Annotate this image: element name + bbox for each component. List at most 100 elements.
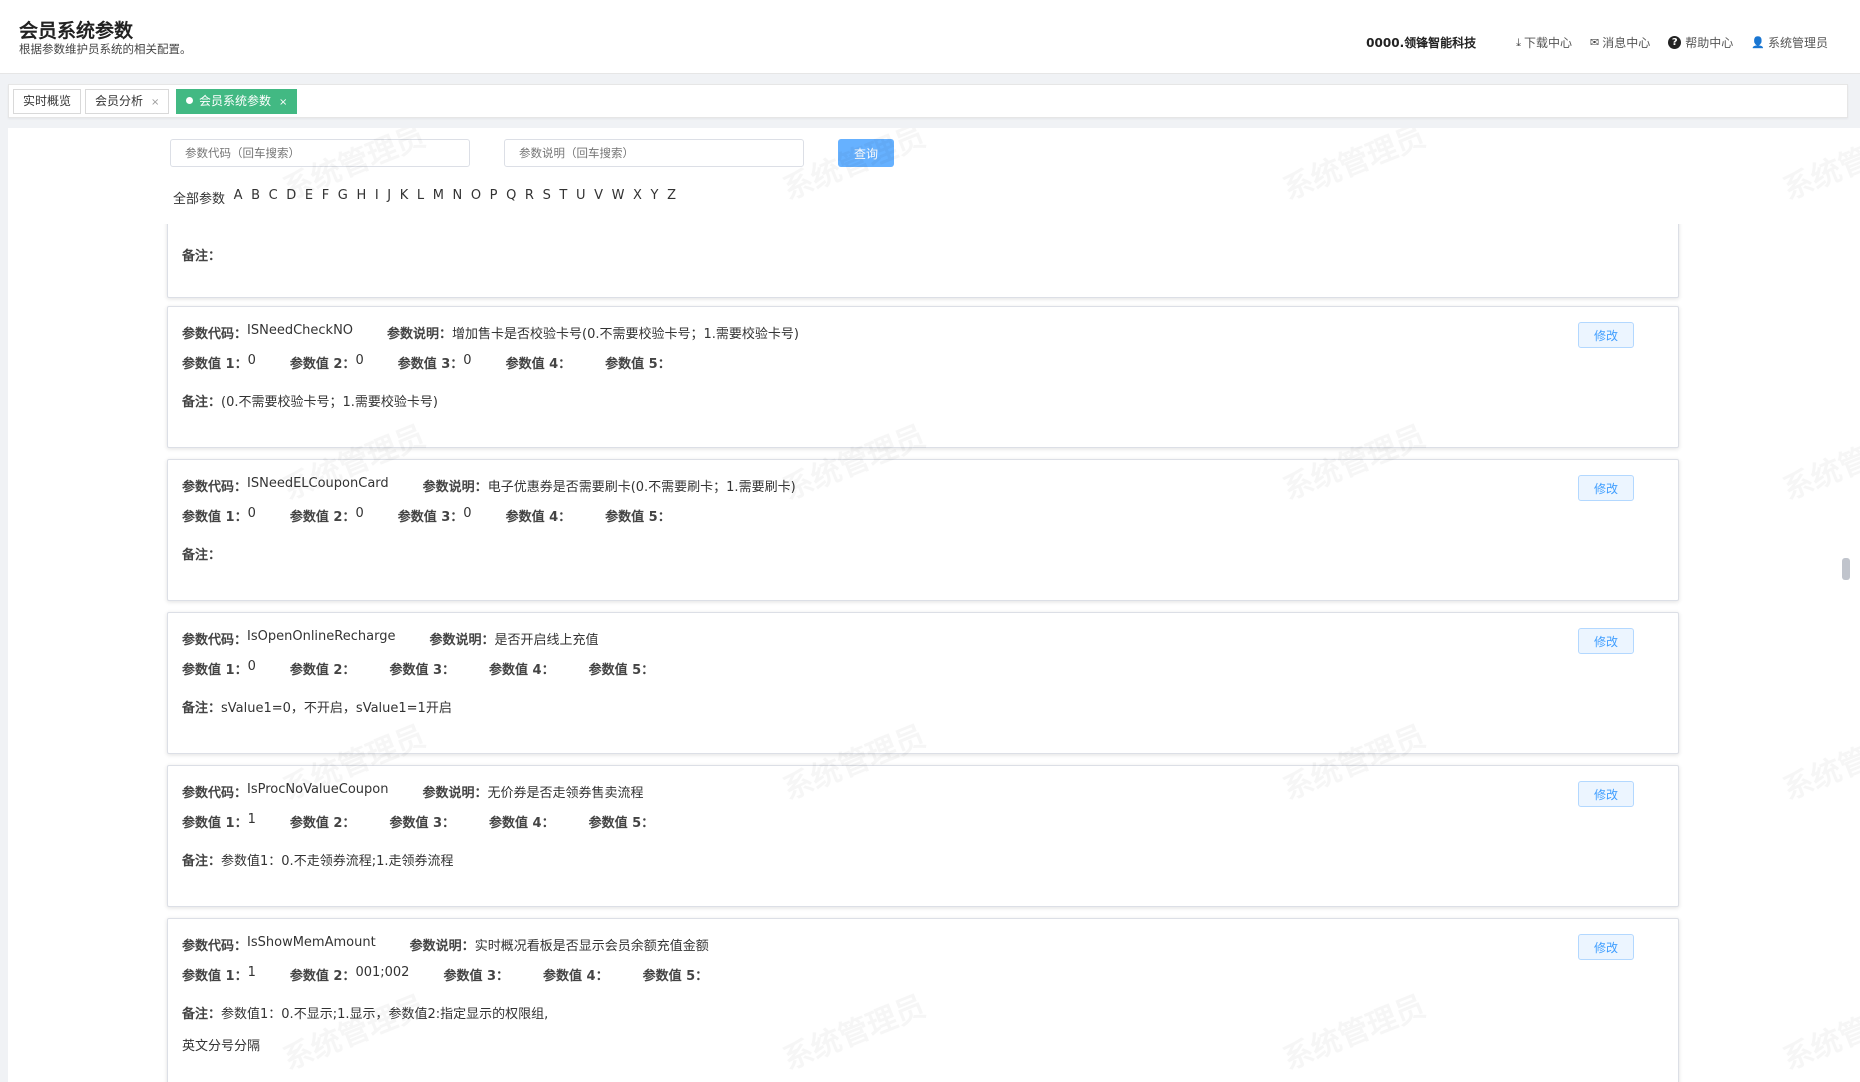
message-center-link[interactable]: ✉ 消息中心 [1590,34,1650,51]
tab-label: 会员分析 [95,94,144,108]
query-button[interactable]: 查询 [838,139,894,167]
v1-label: 参数值 1： [182,663,248,678]
filter-letter[interactable]: A [234,188,243,207]
param-code: IsOpenOnlineRecharge [247,629,396,644]
param-value-2: 0 [355,506,364,521]
filter-letter[interactable]: X [633,188,642,207]
remark-label: 备注： [182,1007,222,1022]
filter-letter[interactable]: J [387,188,391,207]
remark-row: 备注： 参数值1：0.不显示;1.显示，参数值2:指定显示的权限组, [182,1003,548,1022]
param-card: 参数代码： ISNeedCheckNO 参数说明： 增加售卡是否校验卡号(0.不… [167,306,1679,448]
filter-letter[interactable]: T [559,188,567,207]
remark-row: 备注： 参数值1：0.不走领券流程;1.走领券流程 [182,850,453,869]
remark-value: sValue1=0，不开启，sValue1=1开启 [221,701,452,716]
filter-letter[interactable]: N [453,188,463,207]
code-desc-row: 参数代码： IsProcNoValueCoupon 参数说明： 无价券是否走领券… [182,782,644,801]
filter-letter[interactable]: K [400,188,409,207]
v5-label: 参数值 5： [588,816,655,831]
values-row: 参数值 1： 1 参数值 2： 001;002 参数值 3： 参数值 4： 参数值 … [182,965,742,984]
tab-label: 会员系统参数 [199,94,272,108]
filter-letter[interactable]: L [417,188,424,207]
remark-label: 备注： [182,249,222,264]
filter-letter[interactable]: B [251,188,260,207]
edit-button[interactable]: 修改 [1578,628,1634,654]
v5-label: 参数值 5： [588,663,655,678]
param-value-2: 0 [355,353,364,368]
code-desc-row: 参数代码： IsShowMemAmount 参数说明： 实时概况看板是否显示会员… [182,935,709,954]
close-icon[interactable]: × [279,97,287,108]
filter-letter[interactable]: Z [667,188,676,207]
filter-letter[interactable]: V [594,188,603,207]
filter-letter[interactable]: H [356,188,366,207]
param-card-partial: 备注： [167,224,1679,298]
help-icon: ? [1668,36,1682,49]
watermark: 系统管理员 [1775,128,1860,208]
filter-letter[interactable]: D [286,188,296,207]
v4-label: 参数值 4： [543,969,609,984]
user-icon: 👤 [1751,36,1765,49]
code-desc-row: 参数代码： IsOpenOnlineRecharge 参数说明： 是否开启线上充… [182,629,598,648]
desc-label: 参数说明： [422,786,488,801]
mail-icon: ✉ [1590,36,1600,49]
param-value-3: 0 [463,353,472,368]
param-desc-search-input[interactable] [504,139,804,167]
v4-label: 参数值 4： [489,663,555,678]
download-center-link[interactable]: ⤓ 下载中心 [1516,34,1572,51]
param-code: ISNeedELCouponCard [247,476,389,491]
filter-letter[interactable]: O [471,188,481,207]
param-card: 参数代码： IsProcNoValueCoupon 参数说明： 无价券是否走领券… [167,765,1679,907]
tab-member-analysis[interactable]: 会员分析 × [85,89,170,114]
filter-letter[interactable]: Q [506,188,516,207]
desc-label: 参数说明： [429,633,495,648]
filter-letter[interactable]: E [305,188,313,207]
filter-letter[interactable]: G [338,188,348,207]
param-list: 备注： 参数代码： ISNeedCheckNO 参数说明： 增加售卡是否校验卡号… [8,224,1860,1082]
desc-label: 参数说明： [387,327,453,342]
filter-letter[interactable]: U [576,188,586,207]
code-desc-row: 参数代码： ISNeedCheckNO 参数说明： 增加售卡是否校验卡号(0.不… [182,323,799,342]
remark-label: 备注： [182,701,222,716]
remark-label: 备注： [182,548,222,563]
edit-button[interactable]: 修改 [1578,934,1634,960]
v2-label: 参数值 2： [289,969,356,984]
remark-row: 备注： [182,544,221,563]
param-code: ISNeedCheckNO [247,323,354,338]
edit-button[interactable]: 修改 [1578,475,1634,501]
v3-label: 参数值 3： [397,510,464,525]
filter-letter[interactable]: F [322,188,329,207]
param-code-search-input[interactable] [170,139,470,167]
help-center-link[interactable]: ? 帮助中心 [1668,34,1733,51]
filter-all[interactable]: 全部参数 [173,188,225,207]
v5-label: 参数值 5： [642,969,709,984]
remark-row: 备注： [182,245,221,264]
tab-member-system-params[interactable]: 会员系统参数 × [176,89,298,114]
watermark: 系统管理员 [1275,128,1431,208]
filter-letter[interactable]: Y [651,188,659,207]
filter-letter[interactable]: W [612,188,625,207]
values-row: 参数值 1： 0 参数值 2： 0 参数值 3： 0 参数值 4： 参数值 5： [182,506,705,525]
v1-label: 参数值 1： [182,969,248,984]
tab-realtime-overview[interactable]: 实时概览 [13,89,82,114]
filter-letter[interactable]: S [543,188,551,207]
filter-letter[interactable]: C [269,188,278,207]
remark-row: 备注： sValue1=0，不开启，sValue1=1开启 [182,697,452,716]
filter-letter[interactable]: M [433,188,444,207]
edit-button[interactable]: 修改 [1578,322,1634,348]
remark-value: (0.不需要校验卡号；1.需要校验卡号) [221,395,438,410]
filter-letter[interactable]: R [525,188,534,207]
desc-label: 参数说明： [422,480,488,495]
user-menu[interactable]: 👤 系统管理员 [1751,34,1828,51]
page-title: 会员系统参数 [19,20,134,42]
scrollbar-thumb[interactable] [1842,558,1850,580]
v4-label: 参数值 4： [505,510,572,525]
filter-letter[interactable]: P [490,188,498,207]
v2-label: 参数值 2： [289,816,356,831]
v4-label: 参数值 4： [505,357,572,372]
filter-letter[interactable]: I [375,188,379,207]
param-code: IsProcNoValueCoupon [247,782,389,797]
code-desc-row: 参数代码： ISNeedELCouponCard 参数说明： 电子优惠券是否需要… [182,476,796,495]
param-desc: 无价券是否走领券售卖流程 [487,786,644,801]
edit-button[interactable]: 修改 [1578,781,1634,807]
close-icon[interactable]: × [151,97,159,108]
param-value-3: 0 [463,506,472,521]
